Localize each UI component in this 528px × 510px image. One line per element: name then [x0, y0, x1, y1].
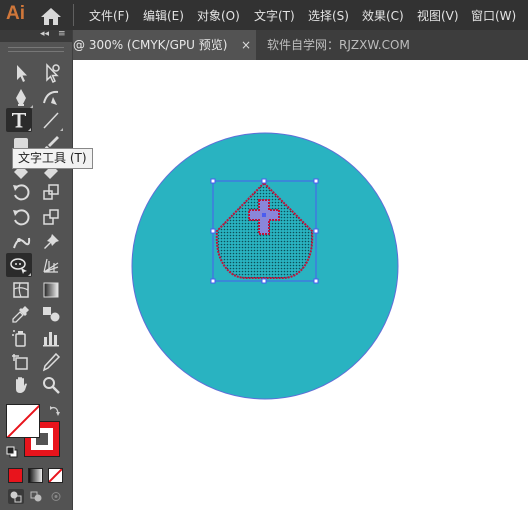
home-icon[interactable]: [40, 6, 62, 26]
draw-behind-button[interactable]: [28, 489, 44, 504]
app-logo: Ai: [6, 3, 25, 24]
free-transform-tool-icon[interactable]: [38, 205, 64, 229]
menu-object[interactable]: 对象(O): [197, 7, 240, 24]
artwork: [131, 132, 399, 400]
tab-document-label: @ 300% (CMYK/GPU 预览): [73, 38, 228, 52]
direct-selection-tool-icon[interactable]: [38, 61, 64, 85]
tools-panel: ◂◂ ≡: [0, 29, 73, 510]
tools-panel-header: ◂◂ ≡: [0, 29, 72, 42]
shape-builder-tool-icon[interactable]: [6, 253, 32, 277]
menu-effect[interactable]: 效果(C): [362, 7, 404, 24]
tab-close-button[interactable]: ×: [241, 30, 251, 60]
menu-view[interactable]: 视图(V): [417, 7, 459, 24]
collapse-panel-button[interactable]: ◂◂: [40, 29, 49, 39]
menu-type[interactable]: 文字(T): [254, 7, 295, 24]
menu-bar: Ai 文件(F) 编辑(E) 对象(O) 文字(T) 选择(S) 效果(C) 视…: [0, 0, 528, 30]
gradient-mode-button[interactable]: [28, 468, 43, 483]
draw-normal-button[interactable]: [8, 489, 24, 504]
center-point: [262, 213, 266, 217]
document-tab-bar: @ 300% (CMYK/GPU 预览) × 软件自学网：RJZXW.COM: [73, 30, 528, 60]
menu-edit[interactable]: 编辑(E): [143, 7, 184, 24]
pen-tool-icon[interactable]: [8, 85, 34, 109]
menu-file[interactable]: 文件(F): [89, 7, 129, 24]
symbol-sprayer-tool-icon[interactable]: [8, 326, 34, 350]
artboard-canvas[interactable]: [73, 60, 528, 510]
eyedropper-tool-icon[interactable]: [8, 302, 34, 326]
color-mode-button[interactable]: [8, 468, 23, 483]
gradient-tool-icon[interactable]: [38, 278, 64, 302]
none-mode-button[interactable]: [48, 468, 63, 483]
line-segment-tool-icon[interactable]: [38, 108, 64, 132]
draw-inside-button[interactable]: [48, 489, 64, 504]
hand-tool-icon[interactable]: [8, 373, 34, 397]
panel-grip[interactable]: [8, 47, 64, 52]
type-tool-icon[interactable]: [6, 108, 32, 132]
mesh-tool-icon[interactable]: [8, 278, 34, 302]
menu-select[interactable]: 选择(S): [308, 7, 349, 24]
puppet-warp-tool-icon[interactable]: [8, 230, 34, 254]
zoom-tool-icon[interactable]: [38, 373, 64, 397]
tab-document-active[interactable]: @ 300% (CMYK/GPU 预览) ×: [73, 30, 256, 60]
width-tool-icon[interactable]: [8, 205, 34, 229]
swap-fill-stroke-icon[interactable]: [49, 405, 61, 417]
perspective-grid-tool-icon[interactable]: [38, 253, 64, 277]
pin-tool-icon[interactable]: [38, 230, 64, 254]
menu-separator: [73, 4, 74, 26]
menu-window[interactable]: 窗口(W): [471, 7, 516, 24]
column-graph-tool-icon[interactable]: [38, 326, 64, 350]
rotate-tool-icon[interactable]: [8, 180, 34, 204]
panel-menu-button[interactable]: ≡: [58, 29, 66, 39]
default-fill-stroke-icon[interactable]: [6, 446, 18, 458]
tab-document-second[interactable]: 软件自学网：RJZXW.COM: [267, 30, 410, 60]
fill-swatch[interactable]: [6, 404, 40, 438]
curvature-tool-icon[interactable]: [38, 85, 64, 109]
blend-tool-icon[interactable]: [38, 302, 64, 326]
artboard-tool-icon[interactable]: [8, 350, 34, 374]
scale-tool-icon[interactable]: [38, 180, 64, 204]
type-tool-tooltip: 文字工具 (T): [12, 148, 93, 169]
selection-tool-icon[interactable]: [8, 61, 34, 85]
slice-tool-icon[interactable]: [38, 350, 64, 374]
